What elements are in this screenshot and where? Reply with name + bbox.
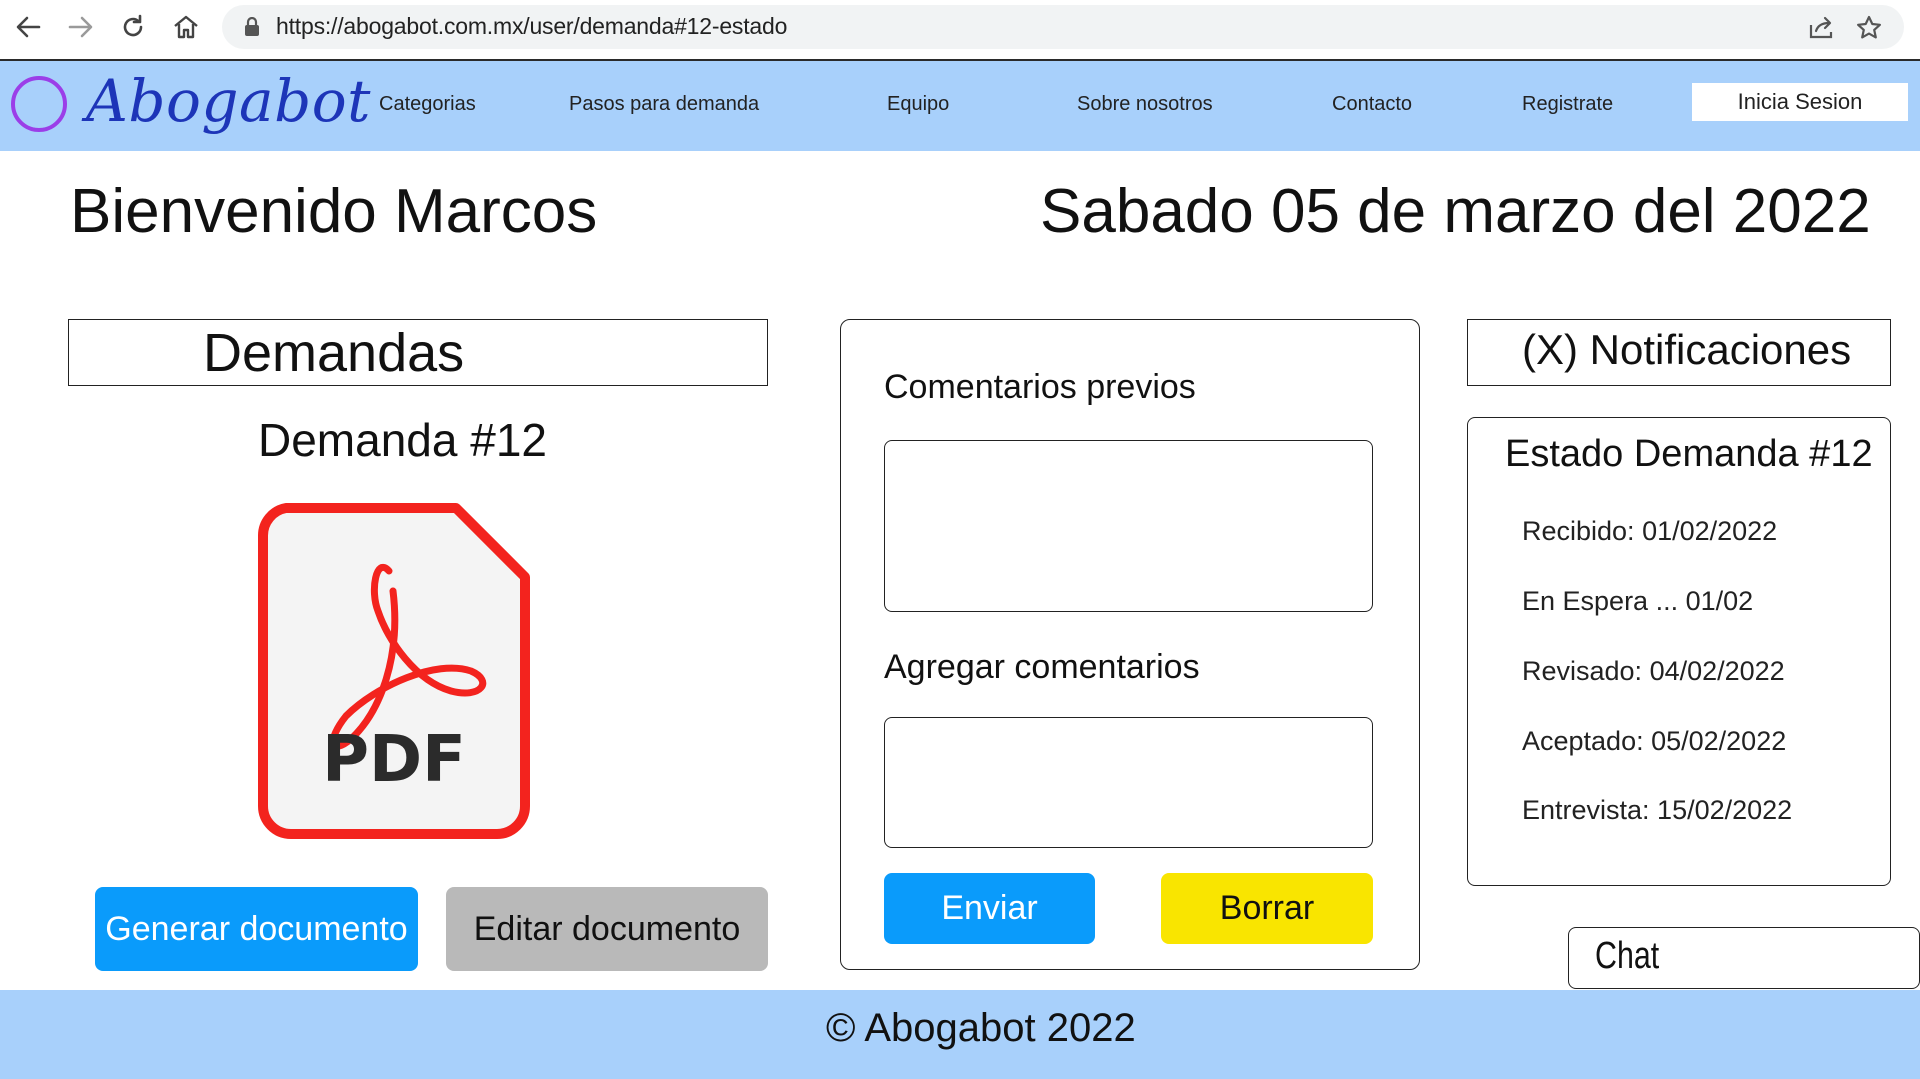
reload-icon[interactable] <box>118 12 148 42</box>
login-button[interactable]: Inicia Sesion <box>1692 83 1908 121</box>
star-icon[interactable] <box>1856 15 1882 46</box>
status-item-espera: En Espera ... 01/02 <box>1522 586 1754 616</box>
menu-item-categorias[interactable]: Categorias <box>379 93 476 116</box>
previous-comments-field[interactable] <box>884 440 1373 612</box>
url-text[interactable]: https://abogabot.com.mx/user/demanda#12-… <box>276 13 787 40</box>
back-arrow-icon[interactable] <box>13 12 43 42</box>
menu-item-contacto[interactable]: Contacto <box>1332 93 1412 116</box>
status-item-revisado: Revisado: 04/02/2022 <box>1522 656 1785 686</box>
menu-item-sobre-nosotros[interactable]: Sobre nosotros <box>1077 93 1213 116</box>
browser-toolbar: https://abogabot.com.mx/user/demanda#12-… <box>0 0 1920 61</box>
chat-label[interactable]: Chat <box>1595 935 1659 978</box>
status-item-aceptado: Aceptado: 05/02/2022 <box>1522 726 1787 756</box>
send-button[interactable]: Enviar <box>884 873 1095 944</box>
site-footer: © Abogabot 2022 <box>0 990 1920 1079</box>
address-bar[interactable]: https://abogabot.com.mx/user/demanda#12-… <box>222 5 1904 49</box>
menu-item-registrate[interactable]: Registrate <box>1522 93 1613 116</box>
logo-text[interactable]: Abogabot <box>86 67 371 135</box>
share-icon[interactable] <box>1808 15 1834 44</box>
welcome-title: Bienvenido Marcos <box>70 177 598 246</box>
menu-item-pasos[interactable]: Pasos para demanda <box>569 93 759 116</box>
home-icon[interactable] <box>171 12 201 42</box>
clear-button[interactable]: Borrar <box>1161 873 1373 944</box>
status-item-entrevista: Entrevista: 15/02/2022 <box>1522 795 1793 825</box>
edit-document-button[interactable]: Editar documento <box>446 887 768 971</box>
status-panel: Estado Demanda #12 Recibido: 01/02/2022 … <box>1467 417 1891 886</box>
status-item-recibido: Recibido: 01/02/2022 <box>1522 516 1778 546</box>
forward-arrow-icon[interactable] <box>66 12 96 42</box>
demanda-number: Demanda #12 <box>258 414 547 466</box>
footer-copyright: © Abogabot 2022 <box>826 1006 1136 1050</box>
logo-circle-icon <box>11 76 67 132</box>
current-date: Sabado 05 de marzo del 2022 <box>1040 177 1871 246</box>
demandas-title: Demandas <box>203 323 465 383</box>
notifications-header[interactable]: (X) Notificaciones <box>1467 319 1891 386</box>
comments-panel: Comentarios previos Agregar comentarios … <box>840 319 1420 970</box>
status-title: Estado Demanda #12 <box>1505 433 1873 475</box>
chat-button[interactable]: Chat <box>1568 927 1920 989</box>
menu-item-equipo[interactable]: Equipo <box>887 93 949 116</box>
notifications-title[interactable]: (X) Notificaciones <box>1522 326 1851 374</box>
add-comments-label: Agregar comentarios <box>884 648 1200 686</box>
previous-comments-label: Comentarios previos <box>884 368 1196 406</box>
demandas-header: Demandas <box>68 319 768 386</box>
lock-icon <box>244 16 260 42</box>
add-comments-field[interactable] <box>884 717 1373 848</box>
site-header: Abogabot Categorias Pasos para demanda E… <box>0 61 1920 151</box>
pdf-file-icon[interactable]: PDF <box>256 501 532 841</box>
pdf-label: PDF <box>322 723 466 797</box>
generate-document-button[interactable]: Generar documento <box>95 887 418 971</box>
